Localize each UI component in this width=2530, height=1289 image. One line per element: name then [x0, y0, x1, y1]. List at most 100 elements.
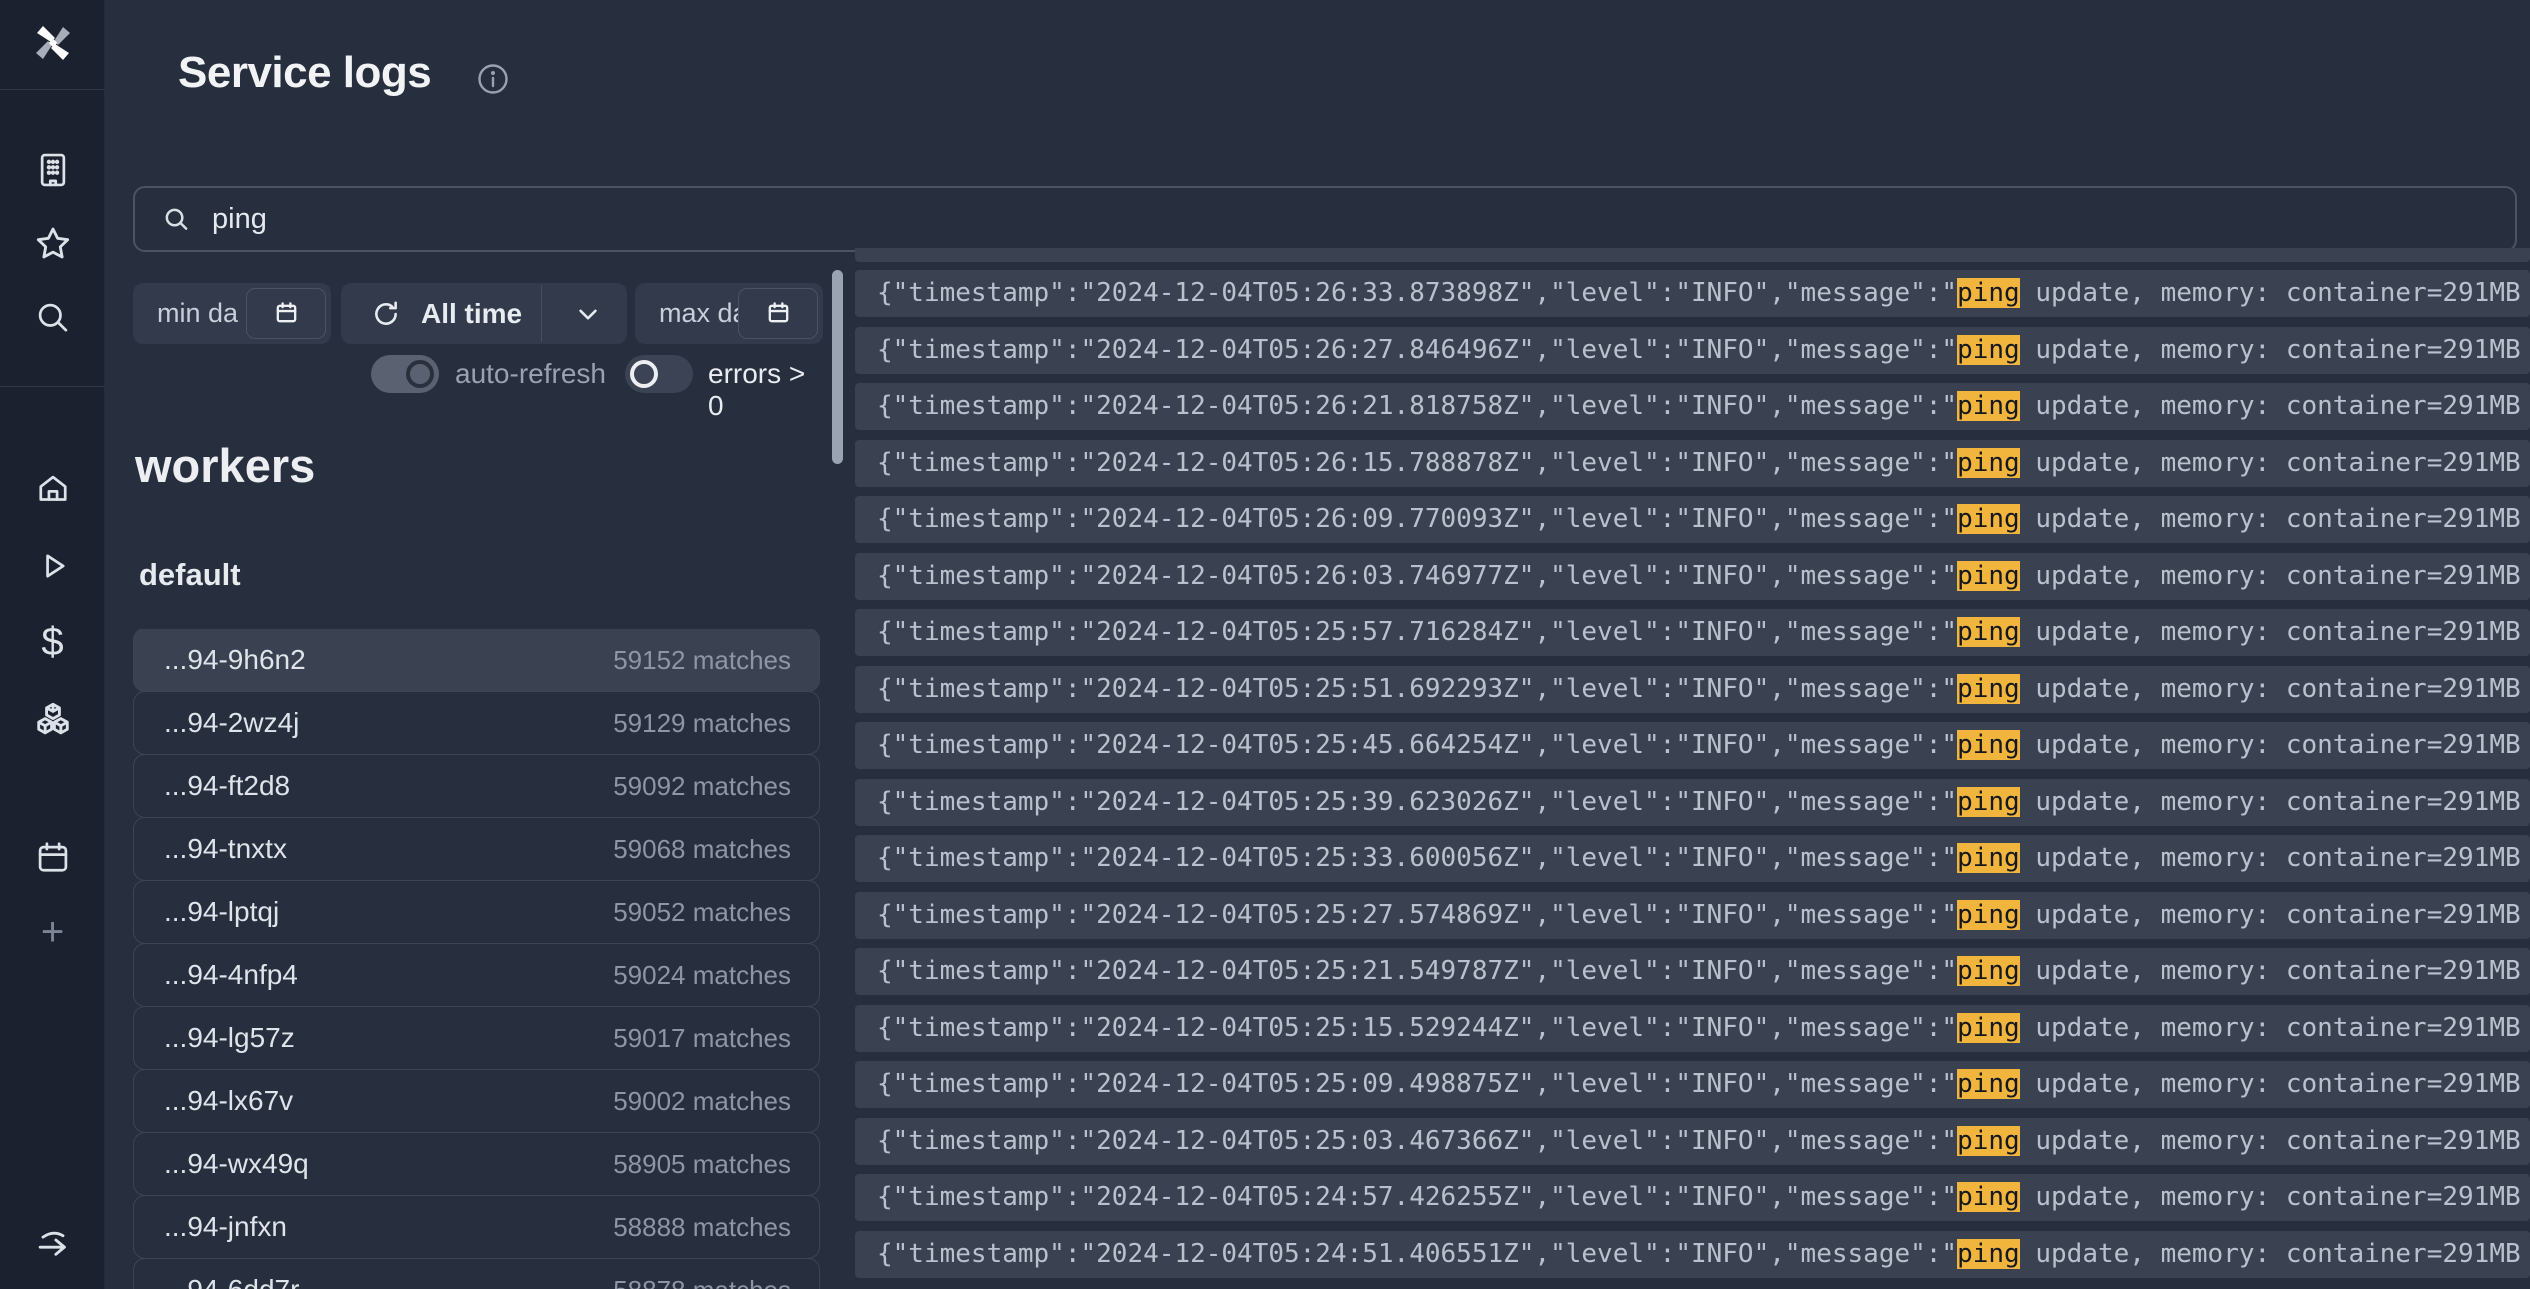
sidebar-item-create[interactable]: +	[0, 906, 105, 958]
workers-heading: workers	[135, 438, 315, 493]
toggle-row: auto-refresh errors > 0	[0, 355, 823, 395]
sidebar-item-home[interactable]	[0, 464, 105, 516]
log-row[interactable]: {"timestamp":"2024-12-04T05:25:45.664254…	[855, 722, 2530, 769]
worker-row[interactable]: ...94-tnxtx 59068 matches	[133, 817, 820, 881]
log-row-partial	[855, 248, 2530, 262]
errors-label: errors > 0	[708, 358, 823, 422]
log-row[interactable]: {"timestamp":"2024-12-04T05:25:03.467366…	[855, 1118, 2530, 1165]
auto-refresh-label: auto-refresh	[455, 358, 606, 390]
worker-match-count: 59092 matches	[613, 771, 791, 802]
log-highlight: ping	[1957, 900, 2020, 930]
log-text: {"timestamp":"2024-12-04T05:25:45.664254…	[877, 730, 1957, 760]
worker-match-count: 59152 matches	[613, 645, 791, 676]
auto-refresh-toggle[interactable]	[371, 355, 439, 393]
worker-id: ...94-wx49q	[164, 1148, 309, 1180]
sidebar-item-usage[interactable]: $	[0, 616, 105, 668]
log-row[interactable]: {"timestamp":"2024-12-04T05:26:21.818758…	[855, 383, 2530, 430]
log-text: {"timestamp":"2024-12-04T05:26:27.846496…	[877, 335, 1957, 365]
dropdown-divider	[541, 285, 542, 342]
worker-row[interactable]: ...94-9h6n2 59152 matches	[133, 629, 820, 692]
log-text: {"timestamp":"2024-12-04T05:25:27.574869…	[877, 900, 1957, 930]
building-icon	[34, 151, 72, 189]
min-date-calendar-button[interactable]	[246, 288, 326, 339]
sidebar-item-resources[interactable]	[0, 694, 105, 746]
sidebar-item-workspace[interactable]	[0, 144, 105, 196]
search-value: ping	[212, 203, 267, 236]
worker-row[interactable]: ...94-4nfp4 59024 matches	[133, 943, 820, 1007]
log-highlight: ping	[1957, 1182, 2020, 1212]
log-text: {"timestamp":"2024-12-04T05:25:09.498875…	[877, 1069, 1957, 1099]
worker-match-count: 58888 matches	[613, 1212, 791, 1243]
worker-row[interactable]: ...94-lptqj 59052 matches	[133, 880, 820, 944]
errors-toggle[interactable]	[625, 355, 693, 393]
worker-row[interactable]: ...94-6dd7r 58878 matches	[133, 1258, 820, 1289]
worker-id: ...94-9h6n2	[164, 644, 306, 676]
log-row[interactable]: {"timestamp":"2024-12-04T05:24:57.426255…	[855, 1174, 2530, 1221]
log-row[interactable]: {"timestamp":"2024-12-04T05:24:51.406551…	[855, 1231, 2530, 1278]
worker-row[interactable]: ...94-jnfxn 58888 matches	[133, 1195, 820, 1259]
log-text: update, memory: container=291MB	[2020, 787, 2521, 817]
worker-row[interactable]: ...94-2wz4j 59129 matches	[133, 691, 820, 755]
chevron-down-icon[interactable]	[571, 297, 605, 331]
log-highlight: ping	[1957, 617, 2020, 647]
log-scrollbar-thumb[interactable]	[832, 270, 843, 464]
log-row[interactable]: {"timestamp":"2024-12-04T05:25:09.498875…	[855, 1061, 2530, 1108]
sidebar-item-schedules[interactable]	[0, 832, 105, 884]
log-row[interactable]: {"timestamp":"2024-12-04T05:25:51.692293…	[855, 666, 2530, 713]
sidebar-item-favorites[interactable]	[0, 218, 105, 270]
worker-row[interactable]: ...94-lx67v 59002 matches	[133, 1069, 820, 1133]
worker-id: ...94-lptqj	[164, 896, 279, 928]
log-text: {"timestamp":"2024-12-04T05:25:21.549787…	[877, 956, 1957, 986]
max-date-calendar-button[interactable]	[738, 288, 818, 339]
log-text: update, memory: container=291MB	[2020, 448, 2521, 478]
sidebar-item-runs[interactable]	[0, 540, 105, 592]
log-highlight: ping	[1957, 278, 2020, 308]
cubes-icon	[33, 700, 73, 740]
time-range-refresh[interactable]: All time	[341, 298, 522, 330]
worker-id: ...94-2wz4j	[164, 707, 299, 739]
min-date-input[interactable]: min da	[133, 283, 331, 344]
log-highlight: ping	[1957, 1069, 2020, 1099]
log-row[interactable]: {"timestamp":"2024-12-04T05:26:15.788878…	[855, 440, 2530, 487]
worker-match-count: 59052 matches	[613, 897, 791, 928]
plus-icon: +	[41, 912, 64, 952]
worker-match-count: 59024 matches	[613, 960, 791, 991]
max-date-input[interactable]: max da	[635, 283, 823, 344]
home-icon	[34, 471, 72, 509]
log-row[interactable]: {"timestamp":"2024-12-04T05:25:27.574869…	[855, 892, 2530, 939]
log-text: update, memory: container=291MB	[2020, 504, 2521, 534]
worker-row[interactable]: ...94-ft2d8 59092 matches	[133, 754, 820, 818]
worker-match-count: 58878 matches	[613, 1275, 791, 1289]
log-highlight: ping	[1957, 956, 2020, 986]
worker-id: ...94-6dd7r	[164, 1274, 299, 1289]
log-row[interactable]: {"timestamp":"2024-12-04T05:26:33.873898…	[855, 270, 2530, 317]
log-row[interactable]: {"timestamp":"2024-12-04T05:26:03.746977…	[855, 553, 2530, 600]
log-row[interactable]: {"timestamp":"2024-12-04T05:25:57.716284…	[855, 609, 2530, 656]
log-row[interactable]: {"timestamp":"2024-12-04T05:25:21.549787…	[855, 948, 2530, 995]
log-highlight: ping	[1957, 787, 2020, 817]
log-text: {"timestamp":"2024-12-04T05:26:15.788878…	[877, 448, 1957, 478]
log-text: update, memory: container=291MB	[2020, 956, 2521, 986]
worker-list: ...94-9h6n2 59152 matches ...94-2wz4j 59…	[133, 629, 820, 1289]
log-text: update, memory: container=291MB	[2020, 335, 2521, 365]
log-row[interactable]: {"timestamp":"2024-12-04T05:25:39.623026…	[855, 779, 2530, 826]
log-row[interactable]: {"timestamp":"2024-12-04T05:25:33.600056…	[855, 835, 2530, 882]
dollar-icon: $	[41, 622, 63, 662]
log-highlight: ping	[1957, 448, 2020, 478]
info-icon[interactable]	[477, 63, 509, 95]
log-list: {"timestamp":"2024-12-04T05:26:33.873898…	[855, 0, 2530, 1289]
toggle-knob	[406, 360, 434, 388]
worker-row[interactable]: ...94-wx49q 58905 matches	[133, 1132, 820, 1196]
log-text: {"timestamp":"2024-12-04T05:24:51.406551…	[877, 1239, 1957, 1269]
log-row[interactable]: {"timestamp":"2024-12-04T05:26:09.770093…	[855, 496, 2530, 543]
log-text: update, memory: container=291MB	[2020, 1182, 2521, 1212]
worker-row[interactable]: ...94-lg57z 59017 matches	[133, 1006, 820, 1070]
windmill-logo[interactable]	[0, 14, 105, 72]
log-row[interactable]: {"timestamp":"2024-12-04T05:25:15.529244…	[855, 1005, 2530, 1052]
log-row[interactable]: {"timestamp":"2024-12-04T05:26:27.846496…	[855, 327, 2530, 374]
sidebar-item-search[interactable]	[0, 292, 105, 344]
sidebar-expand-button[interactable]	[0, 1214, 105, 1266]
log-text: update, memory: container=291MB	[2020, 1239, 2521, 1269]
time-range-dropdown[interactable]: All time	[341, 283, 627, 344]
max-date-placeholder: max da	[659, 298, 748, 329]
